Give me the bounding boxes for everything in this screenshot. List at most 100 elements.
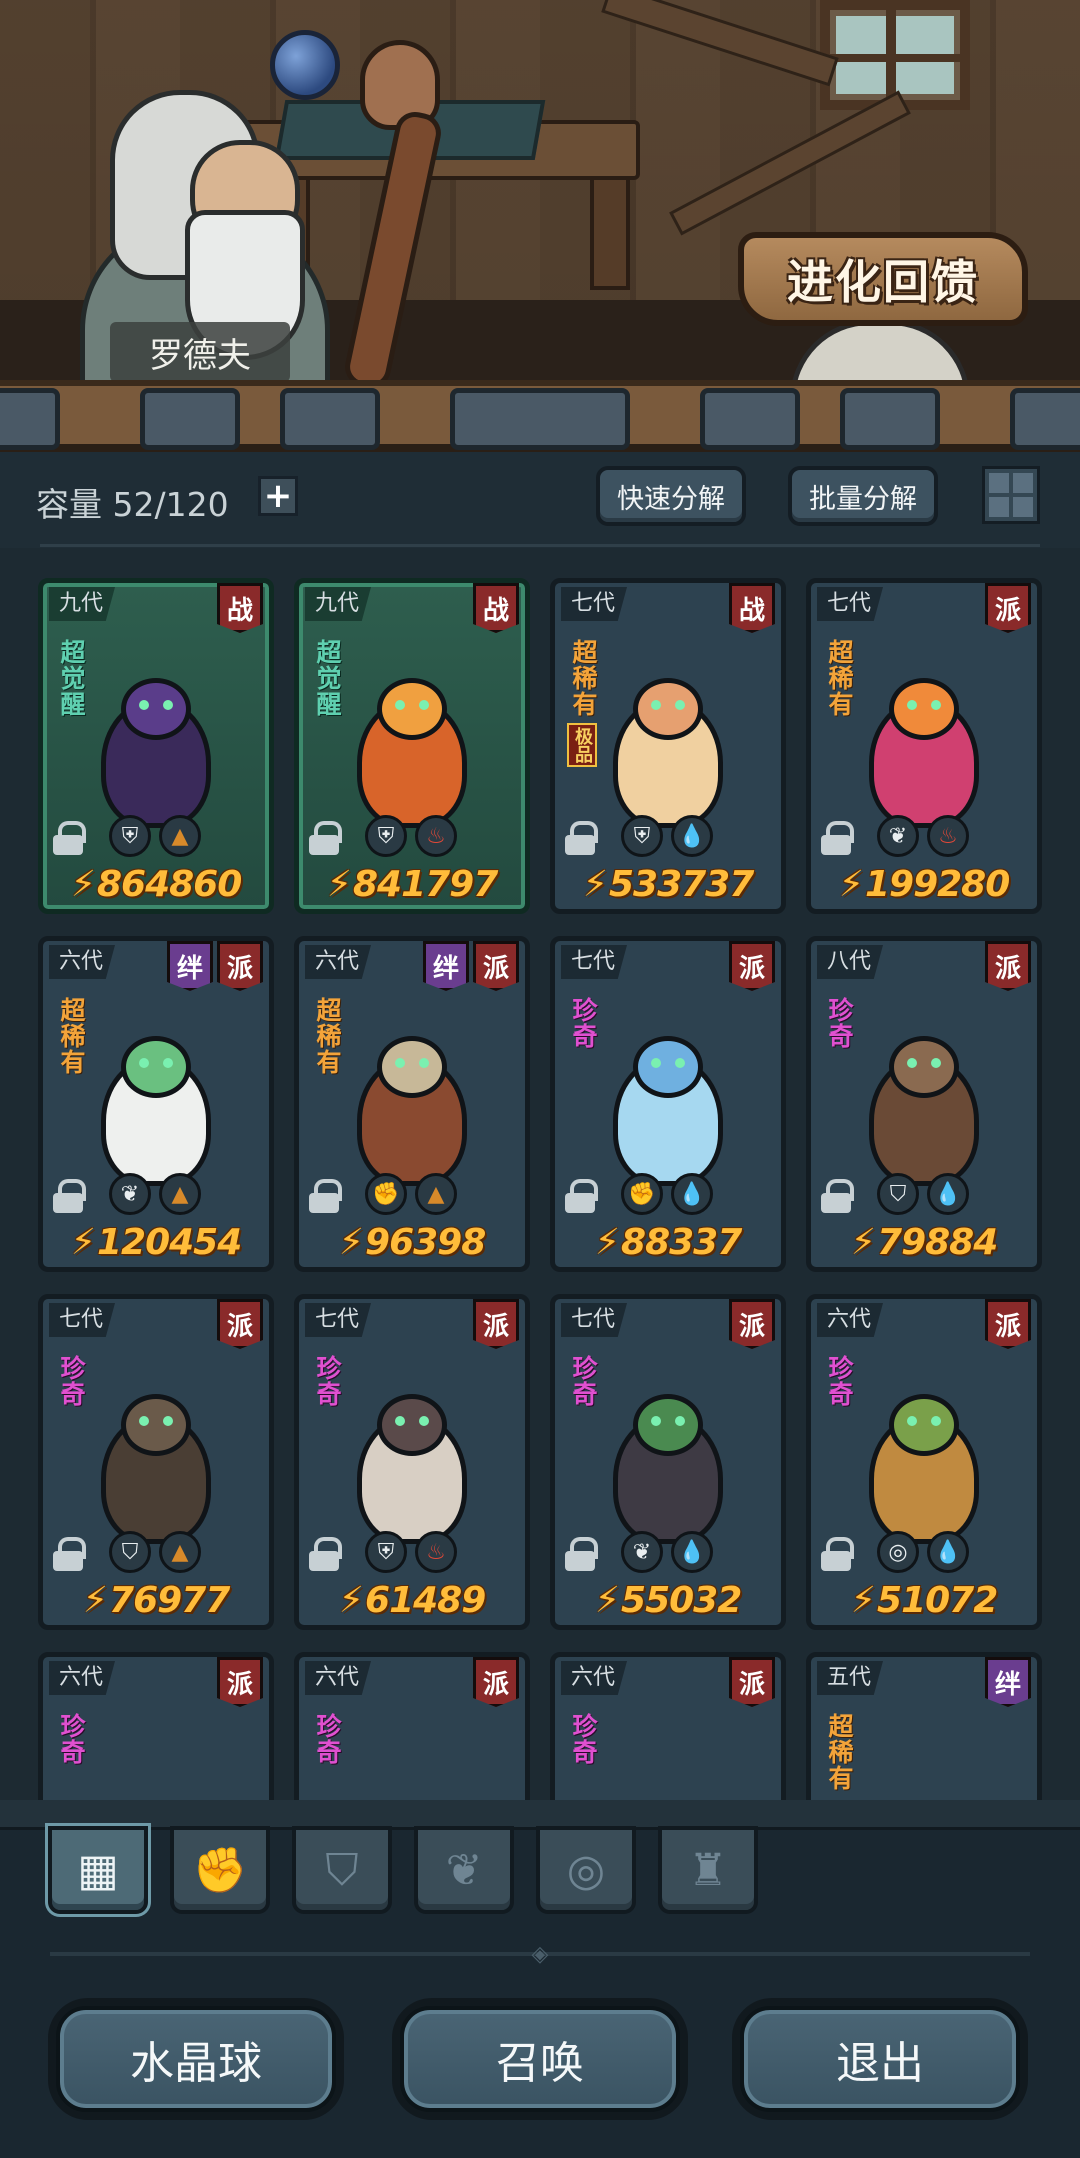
faction-tag: 派 — [473, 1299, 519, 1349]
expand-capacity-button[interactable]: + — [258, 476, 298, 516]
monster-card[interactable]: 六代 绊派超稀有 ✊ ▲ ⚡96398 — [294, 936, 530, 1272]
evolution-reward-button[interactable]: 进化回馈 — [738, 232, 1028, 326]
grid-cell-icon — [1013, 497, 1033, 517]
faction-tag: 派 — [985, 1299, 1031, 1349]
ledge-stone — [700, 388, 800, 450]
monster-card[interactable]: 八代 派珍奇 ⛉ 💧 ⚡79884 — [806, 936, 1042, 1272]
power-value: ⚡55032 — [555, 1580, 781, 1621]
lock-icon[interactable] — [53, 1179, 86, 1213]
exit-button[interactable]: 退出 — [732, 1998, 1028, 2120]
monster-card[interactable]: 七代 派珍奇 ⛉ ▲ ⚡76977 — [38, 1294, 274, 1630]
lock-icon[interactable] — [309, 1537, 342, 1571]
crystal-ball-button[interactable]: 水晶球 — [48, 1998, 344, 2120]
creature-eye — [651, 1057, 661, 1068]
creature-eye — [395, 699, 405, 710]
power-spark-icon: ⚡ — [338, 1222, 364, 1263]
faction-tag: 派 — [217, 1299, 263, 1349]
filter-tab-fist[interactable]: ✊ — [170, 1826, 270, 1914]
creature-head — [121, 677, 191, 740]
creature-head — [889, 1035, 959, 1098]
grid-view-toggle[interactable] — [982, 466, 1040, 524]
power-number: 96398 — [365, 1222, 486, 1263]
filter-tab-alien[interactable]: ◎ — [536, 1826, 636, 1914]
faction-tag: 派 — [729, 1299, 775, 1349]
filter-tab-flame-crest[interactable]: ♜ — [658, 1826, 758, 1914]
filter-tab-leaf[interactable]: ❦ — [414, 1826, 514, 1914]
generation-label: 六代 — [49, 1661, 116, 1695]
lock-icon[interactable] — [309, 821, 342, 855]
monster-card[interactable]: 七代 战超稀有 极品 ⛨ 💧 ⚡533737 — [550, 578, 786, 914]
monster-card[interactable]: 九代 战超觉醒 ⛨ ♨ ⚡841797 — [294, 578, 530, 914]
creature-eye — [163, 1057, 173, 1068]
creature-eye — [907, 699, 917, 710]
faction-tag: 派 — [729, 1657, 775, 1707]
monster-card[interactable]: 六代 派珍奇 — [550, 1652, 786, 1800]
rarity-label: 超觉醒 — [57, 639, 86, 717]
power-spark-icon: ⚡ — [838, 864, 864, 905]
premium-badge: 极品 — [567, 723, 597, 767]
power-spark-icon: ⚡ — [338, 1580, 364, 1621]
fist-icon: ✊ — [192, 1845, 248, 1896]
creature-portrait — [859, 1393, 989, 1544]
monster-card[interactable]: 七代 派珍奇 ✊ 💧 ⚡88337 — [550, 936, 786, 1272]
lock-icon[interactable] — [309, 1179, 342, 1213]
lock-icon[interactable] — [565, 1537, 598, 1571]
rarity-label: 超稀有 — [313, 997, 342, 1075]
creature-portrait — [347, 1393, 477, 1544]
power-number: 533737 — [608, 864, 754, 905]
earth-element-icon: ▲ — [159, 815, 201, 857]
table-leg — [590, 170, 630, 290]
monster-card[interactable]: 六代 派珍奇 ◎ 💧 ⚡51072 — [806, 1294, 1042, 1630]
monster-card[interactable]: 六代 派珍奇 — [38, 1652, 274, 1800]
summon-button[interactable]: 召唤 — [392, 1998, 688, 2120]
generation-label: 七代 — [561, 945, 628, 979]
water-element-icon: 💧 — [671, 815, 713, 857]
monster-card[interactable]: 七代 派珍奇 ❦ 💧 ⚡55032 — [550, 1294, 786, 1630]
lock-icon[interactable] — [565, 1179, 598, 1213]
quick-dismantle-button[interactable]: 快速分解 — [596, 466, 746, 526]
monster-card[interactable]: 九代 战超觉醒 ⛨ ▲ ⚡864860 — [38, 578, 274, 914]
filter-tab-all[interactable]: ▦ — [48, 1826, 148, 1914]
battle-tag: 战 — [217, 583, 263, 633]
power-value: ⚡76977 — [43, 1580, 269, 1621]
creature-eye — [395, 1057, 405, 1068]
lock-icon[interactable] — [53, 821, 86, 855]
creature-head — [889, 1393, 959, 1456]
monster-card[interactable]: 六代 绊派超稀有 ❦ ▲ ⚡120454 — [38, 936, 274, 1272]
power-spark-icon: ⚡ — [594, 1222, 620, 1263]
stone-ledge — [0, 380, 1080, 452]
monster-card[interactable]: 七代 派珍奇 ⛨ ♨ ⚡61489 — [294, 1294, 530, 1630]
monster-card[interactable]: 七代 派超稀有 ❦ ♨ ⚡199280 — [806, 578, 1042, 914]
filter-tab-winged-shield[interactable]: ⛉ — [292, 1826, 392, 1914]
lock-icon[interactable] — [821, 821, 854, 855]
ledge-stone — [140, 388, 240, 450]
power-value: ⚡533737 — [555, 864, 781, 905]
fire-element-icon: ♨ — [415, 815, 457, 857]
power-spark-icon: ⚡ — [582, 864, 608, 905]
monster-card[interactable]: 六代 派珍奇 — [294, 1652, 530, 1800]
creature-eye — [907, 1057, 917, 1068]
rarity-label: 超稀有 — [57, 997, 86, 1075]
power-spark-icon: ⚡ — [70, 864, 96, 905]
generation-label: 八代 — [817, 945, 884, 979]
creature-portrait — [91, 1393, 221, 1544]
lock-icon[interactable] — [565, 821, 598, 855]
power-number: 841797 — [352, 864, 498, 905]
lock-icon[interactable] — [53, 1537, 86, 1571]
lock-icon[interactable] — [821, 1179, 854, 1213]
generation-label: 九代 — [305, 587, 372, 621]
faction-tag: 派 — [473, 941, 519, 991]
ledge-stone — [840, 388, 940, 450]
leaf-icon: ❦ — [445, 1844, 483, 1896]
power-number: 51072 — [877, 1580, 998, 1621]
batch-dismantle-button[interactable]: 批量分解 — [788, 466, 938, 526]
creature-eye — [419, 1057, 429, 1068]
creature-portrait — [603, 677, 733, 828]
earth-element-icon: ▲ — [159, 1531, 201, 1573]
creature-eye — [163, 699, 173, 710]
generation-label: 五代 — [817, 1661, 884, 1695]
rarity-label: 珍奇 — [313, 1713, 342, 1765]
rarity-label: 珍奇 — [569, 1713, 598, 1765]
lock-icon[interactable] — [821, 1537, 854, 1571]
monster-card[interactable]: 五代 绊超稀有 — [806, 1652, 1042, 1800]
